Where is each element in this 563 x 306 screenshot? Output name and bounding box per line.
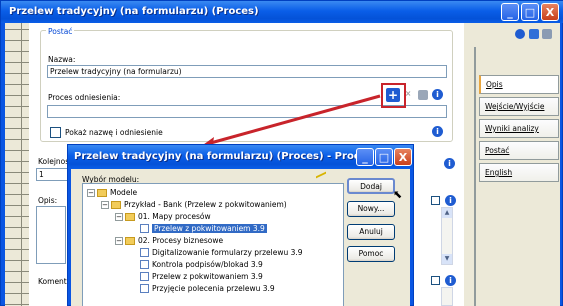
tree-node-label: Kontrola podpisów/blokad 3.9 <box>152 260 263 269</box>
model-icon <box>140 260 149 269</box>
arrow-line <box>206 94 381 146</box>
cancel-button[interactable]: Anuluj <box>347 224 395 240</box>
tree-node[interactable]: − 02. Procesy biznesowe <box>115 235 223 246</box>
tree-node-label: Modele <box>110 188 138 197</box>
tree-node-label: Przelew z pokwitowaniem 3.9 <box>152 272 263 281</box>
tree-node[interactable]: − Modele <box>87 187 137 198</box>
tree-node[interactable]: Digitalizowanie formularzy przelewu 3.9 <box>140 247 303 258</box>
model-icon <box>140 248 149 257</box>
tree-node[interactable]: − 01. Mapy procesów <box>115 211 211 222</box>
tree-node-label: Przyjęcie polecenia przelewu 3.9 <box>152 284 275 293</box>
folder-icon <box>125 236 135 245</box>
dialog-close-button[interactable]: X <box>394 148 412 166</box>
folder-icon <box>111 200 121 209</box>
collapse-icon[interactable]: − <box>115 236 123 245</box>
model-tree[interactable]: − Modele − Przykład - Bank (Przelew z po… <box>82 183 344 306</box>
new-button[interactable]: Nowy... <box>347 201 395 217</box>
collapse-icon[interactable]: − <box>87 188 95 197</box>
tree-node-label: 01. Mapy procesów <box>138 212 211 221</box>
dialog-title: Przelew tradycyjny (na formularzu) (Proc… <box>74 151 378 162</box>
tree-node-label: 02. Procesy biznesowe <box>138 236 224 245</box>
dialog-minimize-button[interactable]: _ <box>356 148 374 166</box>
model-select-dialog: Przelew tradycyjny (na formularzu) (Proc… <box>67 144 414 306</box>
mouse-cursor-icon: ⬉ <box>393 188 403 201</box>
tree-node[interactable]: Kontrola podpisów/blokad 3.9 <box>140 259 263 270</box>
tree-node[interactable]: − Przykład - Bank (Przelew z pokwitowani… <box>101 199 287 210</box>
model-icon <box>140 224 149 233</box>
dialog-titlebar[interactable]: Przelew tradycyjny (na formularzu) (Proc… <box>68 145 413 169</box>
tree-node-selected[interactable]: Przelew z pokwitowaniem 3.9 <box>140 223 267 234</box>
tree-node[interactable]: Przelew z pokwitowaniem 3.9 <box>140 271 263 282</box>
folder-icon <box>97 188 107 197</box>
add-button[interactable]: Dodaj <box>347 178 395 194</box>
model-icon <box>140 284 149 293</box>
collapse-icon[interactable]: − <box>115 212 123 221</box>
help-button[interactable]: Pomoc <box>347 246 395 262</box>
tree-node-label: Przykład - Bank (Przelew z pokwitowaniem… <box>124 200 287 209</box>
tree-node[interactable]: Przyjęcie polecenia przelewu 3.9 <box>140 283 275 294</box>
collapse-icon[interactable]: − <box>101 200 109 209</box>
model-icon <box>140 272 149 281</box>
dialog-maximize-button[interactable]: □ <box>375 148 393 166</box>
folder-icon <box>125 212 135 221</box>
tree-node-label: Przelew z pokwitowaniem 3.9 <box>152 224 267 233</box>
tree-node-label: Digitalizowanie formularzy przelewu 3.9 <box>152 248 303 257</box>
